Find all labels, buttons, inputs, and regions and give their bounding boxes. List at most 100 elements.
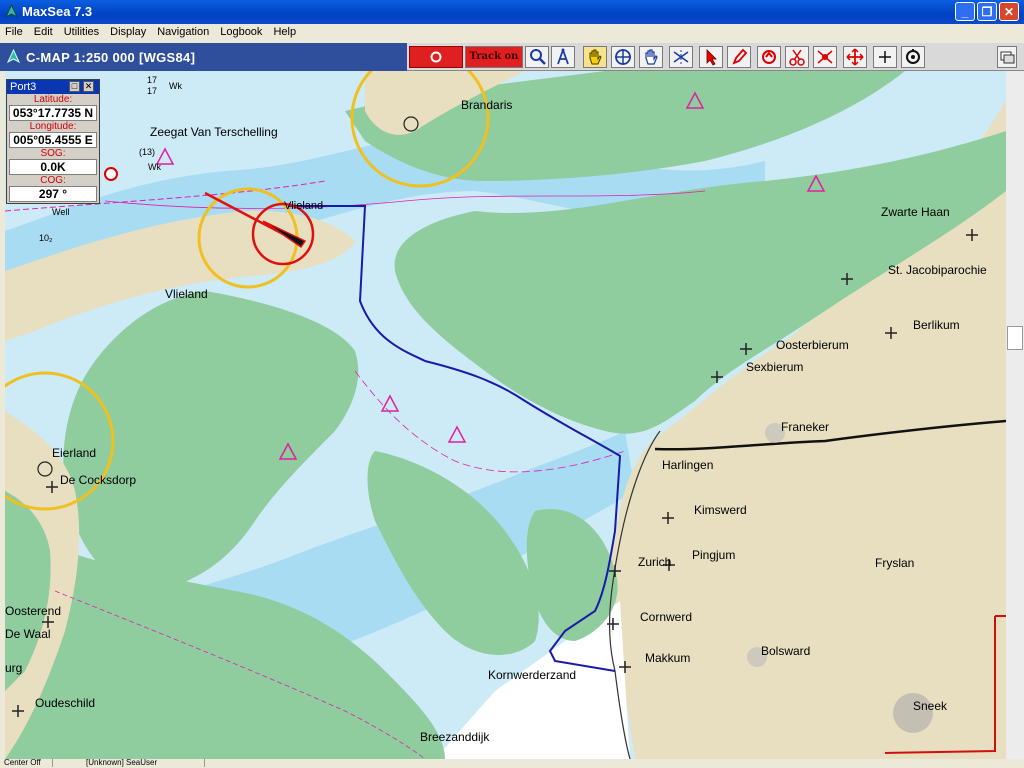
close-button[interactable]: ✕ xyxy=(999,2,1019,21)
panel-close-button[interactable]: ✕ xyxy=(83,81,94,92)
move-button[interactable] xyxy=(843,46,867,68)
grab-button[interactable] xyxy=(639,46,663,68)
pan-hand-button[interactable] xyxy=(583,46,607,68)
menu-logbook[interactable]: Logbook xyxy=(215,24,268,38)
label-cocksdorp: De Cocksdorp xyxy=(60,473,137,487)
label-makkum: Makkum xyxy=(645,651,691,665)
stop-button[interactable] xyxy=(409,46,463,68)
label-zurich: Zurich xyxy=(638,555,672,569)
magnifier-icon xyxy=(530,49,546,65)
nautical-chart[interactable]: Brandaris Zeegat Van Terschelling Vliela… xyxy=(5,71,1006,759)
sog-value: 0.0K xyxy=(9,159,97,175)
label-pingjum: Pingjum xyxy=(692,548,736,562)
menu-edit[interactable]: Edit xyxy=(29,24,59,38)
select-button[interactable] xyxy=(699,46,723,68)
latitude-value: 053°17.7735 N xyxy=(9,105,97,121)
label-oudeschild: Oudeschild xyxy=(35,696,96,710)
panel-title: Port3 xyxy=(10,81,37,93)
chart-title-bar: C-MAP 1:250 000 [WGS84] xyxy=(0,43,407,71)
depth-17b: 17 xyxy=(147,86,158,96)
menu-navigation[interactable]: Navigation xyxy=(152,24,215,38)
label-bolsward: Bolsward xyxy=(761,644,811,658)
menu-help[interactable]: Help xyxy=(268,24,302,38)
label-fryslan: Fryslan xyxy=(875,556,915,570)
center-button[interactable] xyxy=(611,46,635,68)
label-sneek: Sneek xyxy=(913,699,948,713)
label-st-jacobiparochie: St. Jacobiparochie xyxy=(888,263,987,277)
warning-triangle-5 xyxy=(447,425,467,443)
cut-button[interactable] xyxy=(785,46,809,68)
target-icon xyxy=(906,49,920,64)
status-center[interactable]: Center Off xyxy=(4,759,53,767)
pointer-arrow-icon xyxy=(706,49,717,66)
label-kimswerd: Kimswerd xyxy=(694,503,747,517)
menu-bar: File Edit Utilities Display Navigation Logboo… xyxy=(0,24,1024,43)
hand-outline-icon xyxy=(645,49,658,65)
label-vlieland-town: Vlieland xyxy=(284,200,324,212)
latitude-label: Latitude: xyxy=(33,94,73,105)
waypoint-spider-icon xyxy=(817,50,833,64)
status-user: [Unknown] SeaUser xyxy=(86,759,205,767)
label-harlingen: Harlingen xyxy=(662,458,714,472)
crosshair-circle-icon xyxy=(615,49,631,65)
mark-button[interactable] xyxy=(757,46,781,68)
plus-cursor-icon xyxy=(879,51,891,63)
scrollbar-thumb[interactable] xyxy=(1007,326,1023,350)
depth-13: (13) xyxy=(139,147,156,157)
zoom-button[interactable] xyxy=(525,46,549,68)
panel-maximize-button[interactable]: □ xyxy=(69,81,80,92)
record-icon xyxy=(430,51,442,63)
label-oosterbierum: Oosterbierum xyxy=(776,338,849,352)
vertical-scrollbar[interactable] xyxy=(1006,71,1024,759)
pencil-icon xyxy=(732,48,748,65)
title-bar: MaxSea 7.3 _ ❐ ✕ xyxy=(0,0,1024,24)
menu-utilities[interactable]: Utilities xyxy=(59,24,105,38)
draw-button[interactable] xyxy=(727,46,751,68)
label-oosterend: Oosterend xyxy=(5,604,62,618)
chart-icon xyxy=(6,49,21,64)
map-toolbar: Track on xyxy=(407,43,1024,71)
measure-icon xyxy=(673,50,689,64)
label-dewaal: De Waal xyxy=(5,627,51,641)
position-panel[interactable]: Port3 □ ✕ Latitude: 053°17.7735 N Longit… xyxy=(6,79,100,204)
compass-button[interactable] xyxy=(551,46,575,68)
scissors-icon xyxy=(789,49,805,66)
longitude-label: Longitude: xyxy=(29,121,77,132)
minimize-button[interactable]: _ xyxy=(955,2,975,21)
window-title: MaxSea 7.3 xyxy=(22,4,93,19)
well-label: Well xyxy=(52,207,70,217)
move-arrows-icon xyxy=(846,48,864,66)
restore-button[interactable]: ❐ xyxy=(977,2,997,21)
window-tile-button[interactable] xyxy=(997,46,1017,68)
tidal-flat-vlieland xyxy=(63,291,359,591)
label-zwarte-haan: Zwarte Haan xyxy=(881,205,950,219)
record-target-button[interactable] xyxy=(901,46,925,68)
hand-icon xyxy=(589,49,602,65)
label-cornwerd: Cornwerd xyxy=(640,610,693,624)
buoy-red xyxy=(104,167,118,181)
cursor-button[interactable] xyxy=(873,46,897,68)
menu-file[interactable]: File xyxy=(0,24,29,38)
menu-display[interactable]: Display xyxy=(105,24,152,38)
chart-title: C-MAP 1:250 000 [WGS84] xyxy=(26,50,196,65)
panel-header[interactable]: Port3 □ ✕ xyxy=(7,80,99,94)
label-franeker: Franeker xyxy=(781,420,830,434)
label-kornwerderzand: Kornwerderzand xyxy=(488,668,577,682)
track-on-button[interactable]: Track on xyxy=(465,46,523,68)
wreck-label-2: Wk xyxy=(148,162,161,172)
tile-windows-icon xyxy=(1000,51,1015,64)
cog-value: 297 ° xyxy=(9,186,97,202)
measure-button[interactable] xyxy=(669,46,693,68)
label-breezanddijk: Breezanddijk xyxy=(420,730,490,744)
maxsea-app-icon xyxy=(4,4,19,19)
depth-10: 10₂ xyxy=(39,233,53,243)
label-eierland: Eierland xyxy=(52,446,97,460)
waypoints-button[interactable] xyxy=(813,46,837,68)
chart-canvas xyxy=(5,71,1006,759)
compass-icon xyxy=(557,48,569,65)
tidal-flat-harlingen xyxy=(526,509,618,641)
label-zeegat: Zeegat Van Terschelling xyxy=(150,125,278,139)
status-bar: Center Off [Unknown] SeaUser xyxy=(0,759,1024,768)
label-vlieland: Vlieland xyxy=(165,287,208,301)
label-burg: urg xyxy=(5,661,23,675)
